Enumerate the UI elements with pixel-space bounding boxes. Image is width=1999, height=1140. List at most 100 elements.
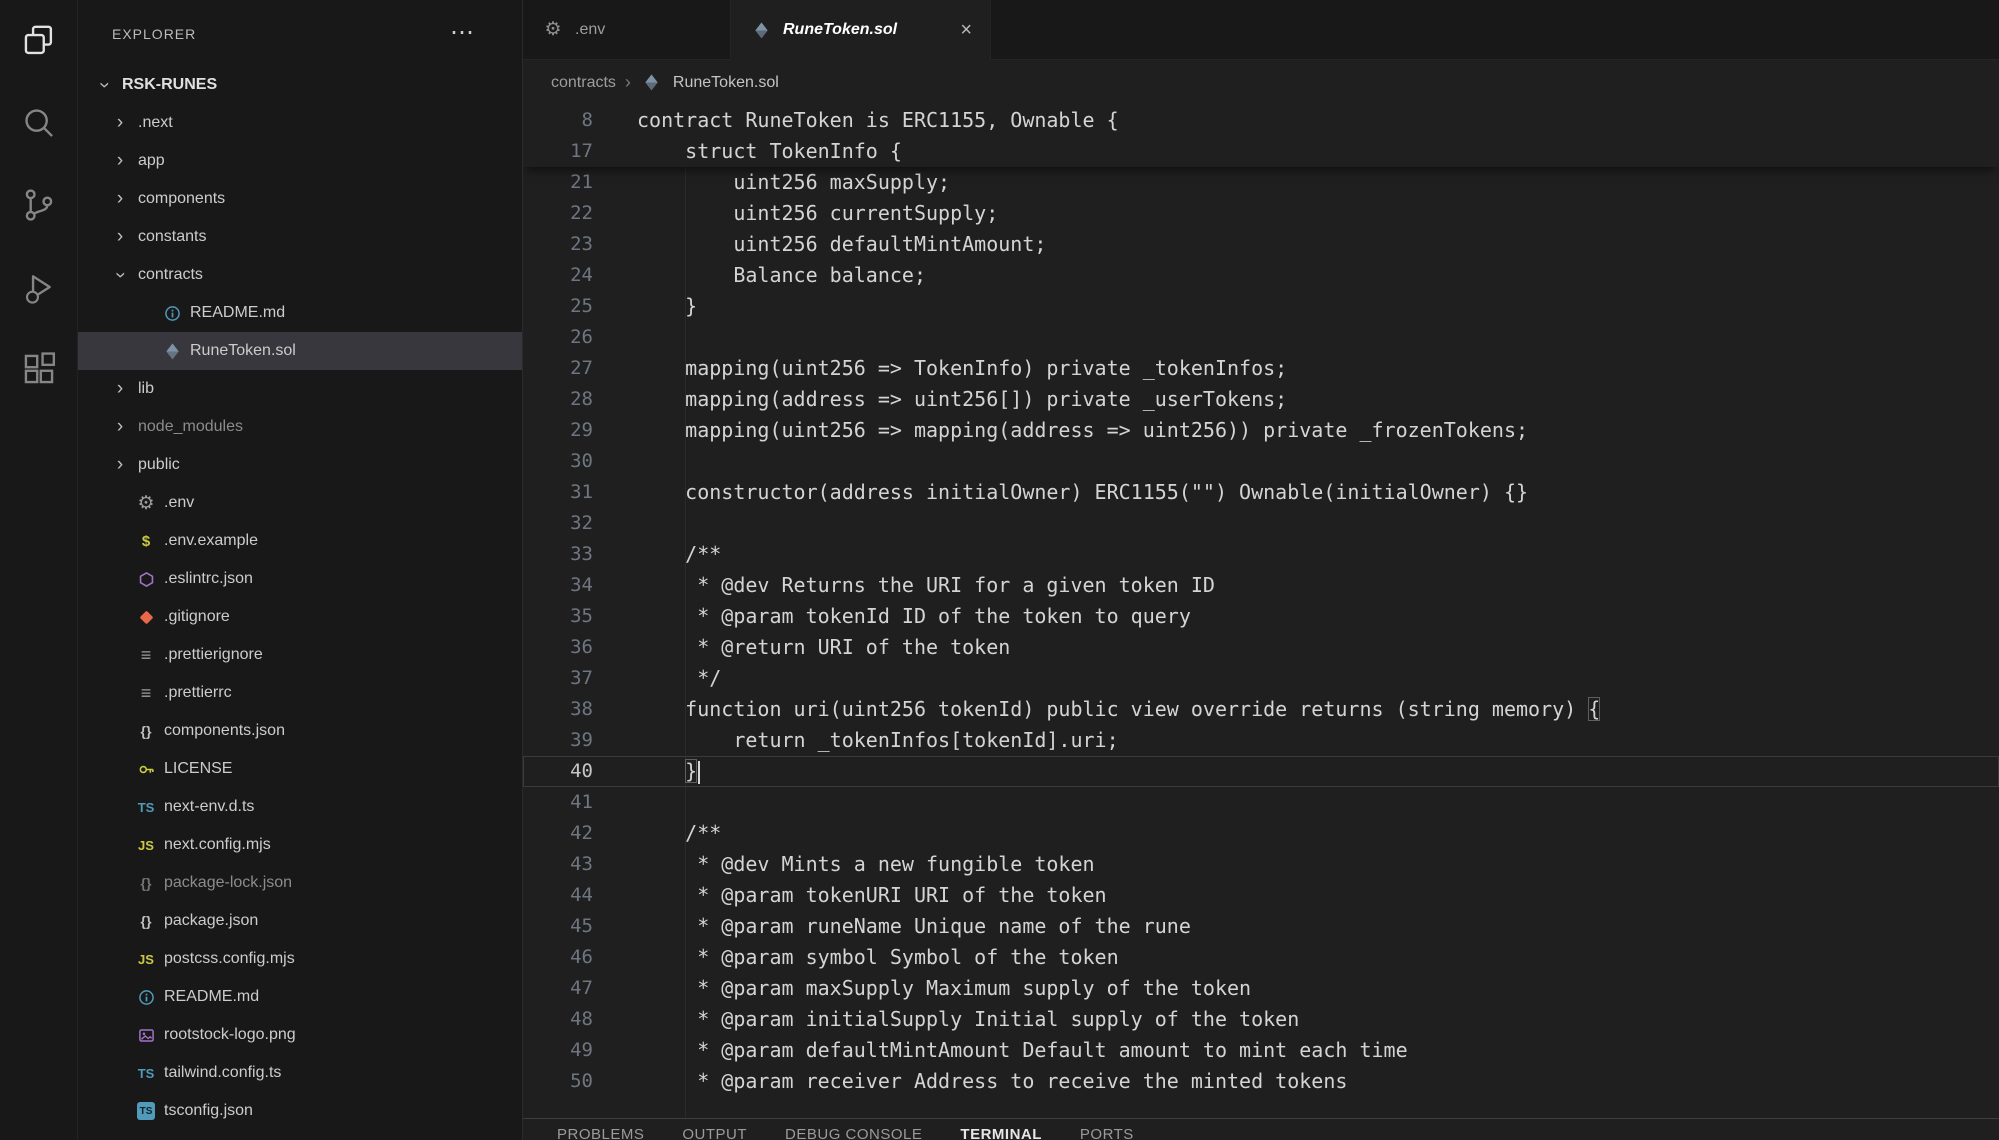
file-tailwind-config-ts[interactable]: TStailwind.config.ts [78,1054,522,1092]
sticky-line[interactable]: 17 struct TokenInfo { [523,136,1999,167]
folder-next[interactable]: ›.next [78,104,522,142]
code-line[interactable]: 44 * @param tokenURI URI of the token [523,880,1999,911]
code-line[interactable]: 48 * @param initialSupply Initial supply… [523,1004,1999,1035]
code-line[interactable]: 25 } [523,291,1999,322]
tsconfig-icon: TS [134,1101,158,1121]
file-runetoken-sol[interactable]: RuneToken.sol [78,332,522,370]
folder-components[interactable]: ›components [78,180,522,218]
file-gitignore[interactable]: .gitignore [78,598,522,636]
activity-item-source-control[interactable] [0,164,77,246]
file-license[interactable]: LICENSE [78,750,522,788]
tab-runetoken-sol[interactable]: RuneToken.sol × [731,0,991,60]
line-number: 43 [523,849,593,880]
activity-item-search[interactable] [0,82,77,164]
sticky-scroll: 8contract RuneToken is ERC1155, Ownable … [523,105,1999,167]
code-line[interactable]: 26 [523,322,1999,353]
code-editor[interactable]: 8contract RuneToken is ERC1155, Ownable … [523,105,1999,1118]
more-actions-icon[interactable]: ⋯ [450,18,476,47]
code-line[interactable]: 24 Balance balance; [523,260,1999,291]
line-number: 39 [523,725,593,756]
code-line[interactable]: 43 * @dev Mints a new fungible token [523,849,1999,880]
code-line[interactable]: 31 constructor(address initialOwner) ERC… [523,477,1999,508]
code-line[interactable]: 22 uint256 currentSupply; [523,198,1999,229]
code-line[interactable]: 45 * @param runeName Unique name of the … [523,911,1999,942]
file-next-env-d-ts[interactable]: TSnext-env.d.ts [78,788,522,826]
info-icon [134,987,158,1007]
tree-item-label: app [138,152,165,170]
folder-contracts[interactable]: ›contracts [78,256,522,294]
code-line[interactable]: 50 * @param receiver Address to receive … [523,1066,1999,1097]
file-readme-md[interactable]: README.md [78,978,522,1016]
file-package-lock-json[interactable]: {}package-lock.json [78,864,522,902]
file-prettierignore[interactable]: ≡.prettierignore [78,636,522,674]
code-line[interactable]: 23 uint256 defaultMintAmount; [523,229,1999,260]
close-icon[interactable]: × [960,20,972,40]
line-text: * @param runeName Unique name of the run… [593,911,1999,942]
folder-node-modules[interactable]: ›node_modules [78,408,522,446]
code-line[interactable]: 40 } [523,756,1999,787]
code-line[interactable]: 33 /** [523,539,1999,570]
panel-tab-output[interactable]: OUTPUT [682,1126,747,1140]
code-line[interactable]: 32 [523,508,1999,539]
code-line[interactable]: 36 * @return URI of the token [523,632,1999,663]
line-number: 38 [523,694,593,725]
code-line[interactable]: 21 uint256 maxSupply; [523,167,1999,198]
code-line[interactable]: 46 * @param symbol Symbol of the token [523,942,1999,973]
code-line[interactable]: 28 mapping(address => uint256[]) private… [523,384,1999,415]
folder-public[interactable]: ›public [78,446,522,484]
file-tree: ›.next›app›components›constants›contract… [78,104,522,1130]
file-readme-md[interactable]: README.md [78,294,522,332]
file-eslintrc-json[interactable]: .eslintrc.json [78,560,522,598]
code-line[interactable]: 34 * @dev Returns the URI for a given to… [523,570,1999,601]
panel-tab-ports[interactable]: PORTS [1080,1126,1134,1140]
file-package-json[interactable]: {}package.json [78,902,522,940]
panel-tab-problems[interactable]: PROBLEMS [557,1126,644,1140]
activity-item-explorer[interactable] [0,0,77,82]
chevron-right-icon: › [108,416,132,438]
tab-env[interactable]: ⚙ .env [523,0,731,59]
tree-root-rsk-runes[interactable]: › RSK-RUNES [78,66,522,104]
code-line[interactable]: 35 * @param tokenId ID of the token to q… [523,601,1999,632]
folder-constants[interactable]: ›constants [78,218,522,256]
code-line[interactable]: 47 * @param maxSupply Maximum supply of … [523,973,1999,1004]
code-line[interactable]: 38 function uri(uint256 tokenId) public … [523,694,1999,725]
code-line[interactable]: 41 [523,787,1999,818]
code-line[interactable]: 49 * @param defaultMintAmount Default am… [523,1035,1999,1066]
tree-item-label: .env [164,494,194,512]
breadcrumb: contracts › RuneToken.sol [523,60,1999,105]
code-line[interactable]: 30 [523,446,1999,477]
breadcrumb-folder[interactable]: contracts [551,74,616,92]
activity-item-run-debug[interactable] [0,246,77,328]
file-postcss-config-mjs[interactable]: JSpostcss.config.mjs [78,940,522,978]
tree-item-label: .eslintrc.json [164,570,253,588]
file-components-json[interactable]: {}components.json [78,712,522,750]
panel-tab-terminal[interactable]: TERMINAL [960,1126,1042,1140]
code-line[interactable]: 42 /** [523,818,1999,849]
line-number: 50 [523,1066,593,1097]
code-line[interactable]: 39 return _tokenInfos[tokenId].uri; [523,725,1999,756]
file-next-config-mjs[interactable]: JSnext.config.mjs [78,826,522,864]
chevron-right-icon: › [108,378,132,400]
activity-item-extensions[interactable] [0,328,77,410]
line-text: mapping(address => uint256[]) private _u… [593,384,1999,415]
folder-app[interactable]: ›app [78,142,522,180]
tree-item-label: contracts [138,266,203,284]
solidity-icon [160,341,184,361]
sticky-line[interactable]: 8contract RuneToken is ERC1155, Ownable … [523,105,1999,136]
code-line[interactable]: 29 mapping(uint256 => mapping(address =>… [523,415,1999,446]
line-number: 49 [523,1035,593,1066]
source-control-icon [20,186,58,224]
file-env-example[interactable]: $.env.example [78,522,522,560]
file-tsconfig-json[interactable]: TStsconfig.json [78,1092,522,1130]
file-prettierrc[interactable]: ≡.prettierrc [78,674,522,712]
folder-lib[interactable]: ›lib [78,370,522,408]
panel-tab-debug-console[interactable]: DEBUG CONSOLE [785,1126,922,1140]
line-text: constructor(address initialOwner) ERC115… [593,477,1999,508]
code-line[interactable]: 37 */ [523,663,1999,694]
breadcrumb-file[interactable]: RuneToken.sol [673,74,779,92]
root-label: RSK-RUNES [122,76,217,94]
code-line[interactable]: 27 mapping(uint256 => TokenInfo) private… [523,353,1999,384]
file-rootstock-logo-png[interactable]: rootstock-logo.png [78,1016,522,1054]
line-text: mapping(uint256 => mapping(address => ui… [593,415,1999,446]
file-env[interactable]: ⚙.env [78,484,522,522]
